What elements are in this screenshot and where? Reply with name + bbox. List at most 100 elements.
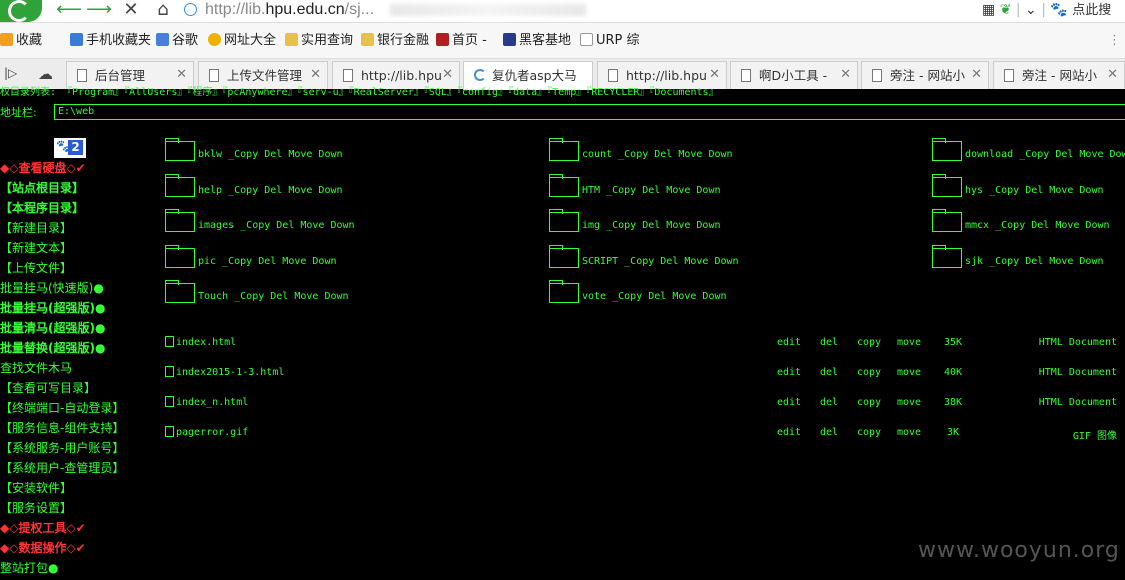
home-icon[interactable]: ⌂ <box>150 0 176 20</box>
leaf-icon[interactable]: ❦ <box>1000 2 1012 18</box>
file-action-link[interactable]: copy <box>857 427 881 438</box>
folder-label[interactable]: SCRIPT _Copy Del Move Down <box>582 256 739 267</box>
sidebar-toggle-icon[interactable]: |▷ <box>4 66 17 80</box>
tab-close-icon[interactable]: ✕ <box>971 67 982 82</box>
sidebar-link[interactable]: 【终端端口-自动登录】 <box>0 398 124 418</box>
folder-icon[interactable] <box>549 244 579 268</box>
tab[interactable]: 旁注 - 网站小 ✕ <box>861 61 989 89</box>
folder-icon[interactable] <box>549 280 579 303</box>
folder-actions[interactable]: _Copy Del Move Down <box>989 185 1103 196</box>
folder-actions[interactable]: _Copy Del Move Down <box>624 256 738 267</box>
folder-label[interactable]: images _Copy Del Move Down <box>198 220 355 231</box>
file-action-link[interactable]: move <box>897 337 921 348</box>
tab-close-icon[interactable]: ✕ <box>1107 67 1118 82</box>
folder-icon[interactable] <box>932 244 962 268</box>
sidebar-link[interactable]: ◆◇数据操作◇✔ <box>0 538 86 558</box>
sidebar-link[interactable]: 【系统服务-用户账号】 <box>0 438 124 458</box>
sidebar-link[interactable]: 【查看可写目录】 <box>0 378 96 398</box>
file-name-link[interactable]: index.html <box>176 337 236 348</box>
tab[interactable]: 旁注 - 网站小 ✕ <box>993 61 1125 89</box>
folder-name[interactable]: Touch <box>198 291 228 302</box>
chevron-down-icon[interactable]: ⌄ <box>1025 2 1037 18</box>
folder-actions[interactable]: _Copy Del Move Down <box>995 220 1109 231</box>
bookmark-item[interactable]: 手机收藏夹 <box>70 32 151 50</box>
folder-label[interactable]: download _Copy Del Move Down <box>965 149 1125 160</box>
folder-icon[interactable] <box>932 209 962 232</box>
sidebar-link[interactable]: ◆◇提权工具◇✔ <box>0 518 86 538</box>
folder-name[interactable]: help <box>198 185 222 196</box>
folder-actions[interactable]: _Copy Del Move Down <box>228 149 342 160</box>
tab[interactable]: http://lib.hpu ✕ <box>597 61 727 89</box>
sidebar-link[interactable]: ◆◇查看硬盘◇✔ <box>0 158 86 178</box>
qr-code-icon[interactable]: ▦ <box>982 2 995 18</box>
sidebar-link[interactable]: 【服务设置】 <box>0 498 72 518</box>
url-field[interactable]: http://lib.hpu.edu.cn/sj... <box>178 0 973 20</box>
file-action-link[interactable]: move <box>897 397 921 408</box>
folder-label[interactable]: Touch _Copy Del Move Down <box>198 291 349 302</box>
file-action-link[interactable]: del <box>820 427 838 438</box>
folder-actions[interactable]: _Copy Del Move Down <box>606 220 720 231</box>
tab-active[interactable]: 复仇者asp大马 <box>463 61 593 90</box>
folder-name[interactable]: SCRIPT <box>582 256 618 267</box>
sidebar-link[interactable]: 【安装软件】 <box>0 478 72 498</box>
file-action-link[interactable]: edit <box>777 367 801 378</box>
folder-actions[interactable]: _Copy Del Move Down <box>228 185 342 196</box>
file-action-link[interactable]: copy <box>857 397 881 408</box>
sidebar-link[interactable]: 【服务信息-组件支持】 <box>0 418 124 438</box>
folder-label[interactable]: pic _Copy Del Move Down <box>198 256 336 267</box>
folder-name[interactable]: images <box>198 220 234 231</box>
folder-name[interactable]: count <box>582 149 612 160</box>
folder-name[interactable]: img <box>582 220 600 231</box>
folder-name[interactable]: HTM <box>582 185 600 196</box>
folder-label[interactable]: vote _Copy Del Move Down <box>582 291 727 302</box>
forward-arrow-icon[interactable]: ⟶ <box>86 0 112 20</box>
file-action-link[interactable]: move <box>897 427 921 438</box>
back-arrow-icon[interactable]: ⟵ <box>56 0 82 20</box>
folder-name[interactable]: download <box>965 149 1013 160</box>
sidebar-link[interactable]: 【新建目录】 <box>0 218 72 238</box>
bookmark-item[interactable]: 实用查询 <box>285 32 353 50</box>
folder-icon[interactable] <box>549 209 579 232</box>
file-action-link[interactable]: del <box>820 397 838 408</box>
folder-icon[interactable] <box>549 138 579 161</box>
sidebar-link[interactable]: 批量挂马(快速版)● <box>0 278 104 298</box>
file-action-link[interactable]: copy <box>857 337 881 348</box>
folder-actions[interactable]: _Copy Del Move Down <box>989 256 1103 267</box>
folder-actions[interactable]: _Copy Del Move Down <box>606 185 720 196</box>
file-name-link[interactable]: pagerror.gif <box>176 427 248 438</box>
tab[interactable]: 上传文件管理 ✕ <box>198 61 328 89</box>
file-action-link[interactable]: del <box>820 337 838 348</box>
folder-label[interactable]: HTM _Copy Del Move Down <box>582 185 720 196</box>
folder-name[interactable]: mmcx <box>965 220 989 231</box>
bookmark-item[interactable]: 首页 - <box>436 32 487 50</box>
folder-label[interactable]: bklw _Copy Del Move Down <box>198 149 343 160</box>
sidebar-link[interactable]: 【本程序目录】 <box>0 198 84 218</box>
file-action-link[interactable]: copy <box>857 367 881 378</box>
tab-close-icon[interactable]: ✕ <box>176 67 187 82</box>
bookmark-item[interactable]: 黑客基地 <box>503 32 571 50</box>
bookmark-item[interactable]: URP 综 <box>580 32 640 50</box>
folder-icon[interactable] <box>549 173 579 197</box>
directory-list[interactable]: 权目录列表: 『Program』『AllUsers』『程序』『pcAnywher… <box>0 88 719 98</box>
folder-name[interactable]: bklw <box>198 149 222 160</box>
folder-label[interactable]: count _Copy Del Move Down <box>582 149 733 160</box>
search-input[interactable]: 点此搜 <box>1072 3 1111 18</box>
folder-icon[interactable] <box>165 209 195 232</box>
sidebar-link[interactable]: 【上传文件】 <box>0 258 72 278</box>
address-input[interactable]: E:\web <box>54 104 1125 120</box>
folder-name[interactable]: vote <box>582 291 606 302</box>
folder-name[interactable]: sjk <box>965 256 983 267</box>
folder-label[interactable]: mmcx _Copy Del Move Down <box>965 220 1110 231</box>
file-action-link[interactable]: move <box>897 367 921 378</box>
folder-icon[interactable] <box>165 173 195 197</box>
folder-label[interactable]: help _Copy Del Move Down <box>198 185 343 196</box>
folder-icon[interactable] <box>165 138 195 161</box>
bookmarks-more-icon[interactable]: ⋮ <box>1108 32 1121 50</box>
sidebar-link[interactable]: 【新建文本】 <box>0 238 72 258</box>
tab[interactable]: http://lib.hpu ✕ <box>332 61 460 89</box>
folder-actions[interactable]: _Copy Del Move Down <box>612 291 726 302</box>
tab-close-icon[interactable]: ✕ <box>709 67 720 82</box>
folder-icon[interactable] <box>932 138 962 161</box>
close-icon[interactable]: ✕ <box>118 0 144 20</box>
folder-name[interactable]: pic <box>198 256 216 267</box>
